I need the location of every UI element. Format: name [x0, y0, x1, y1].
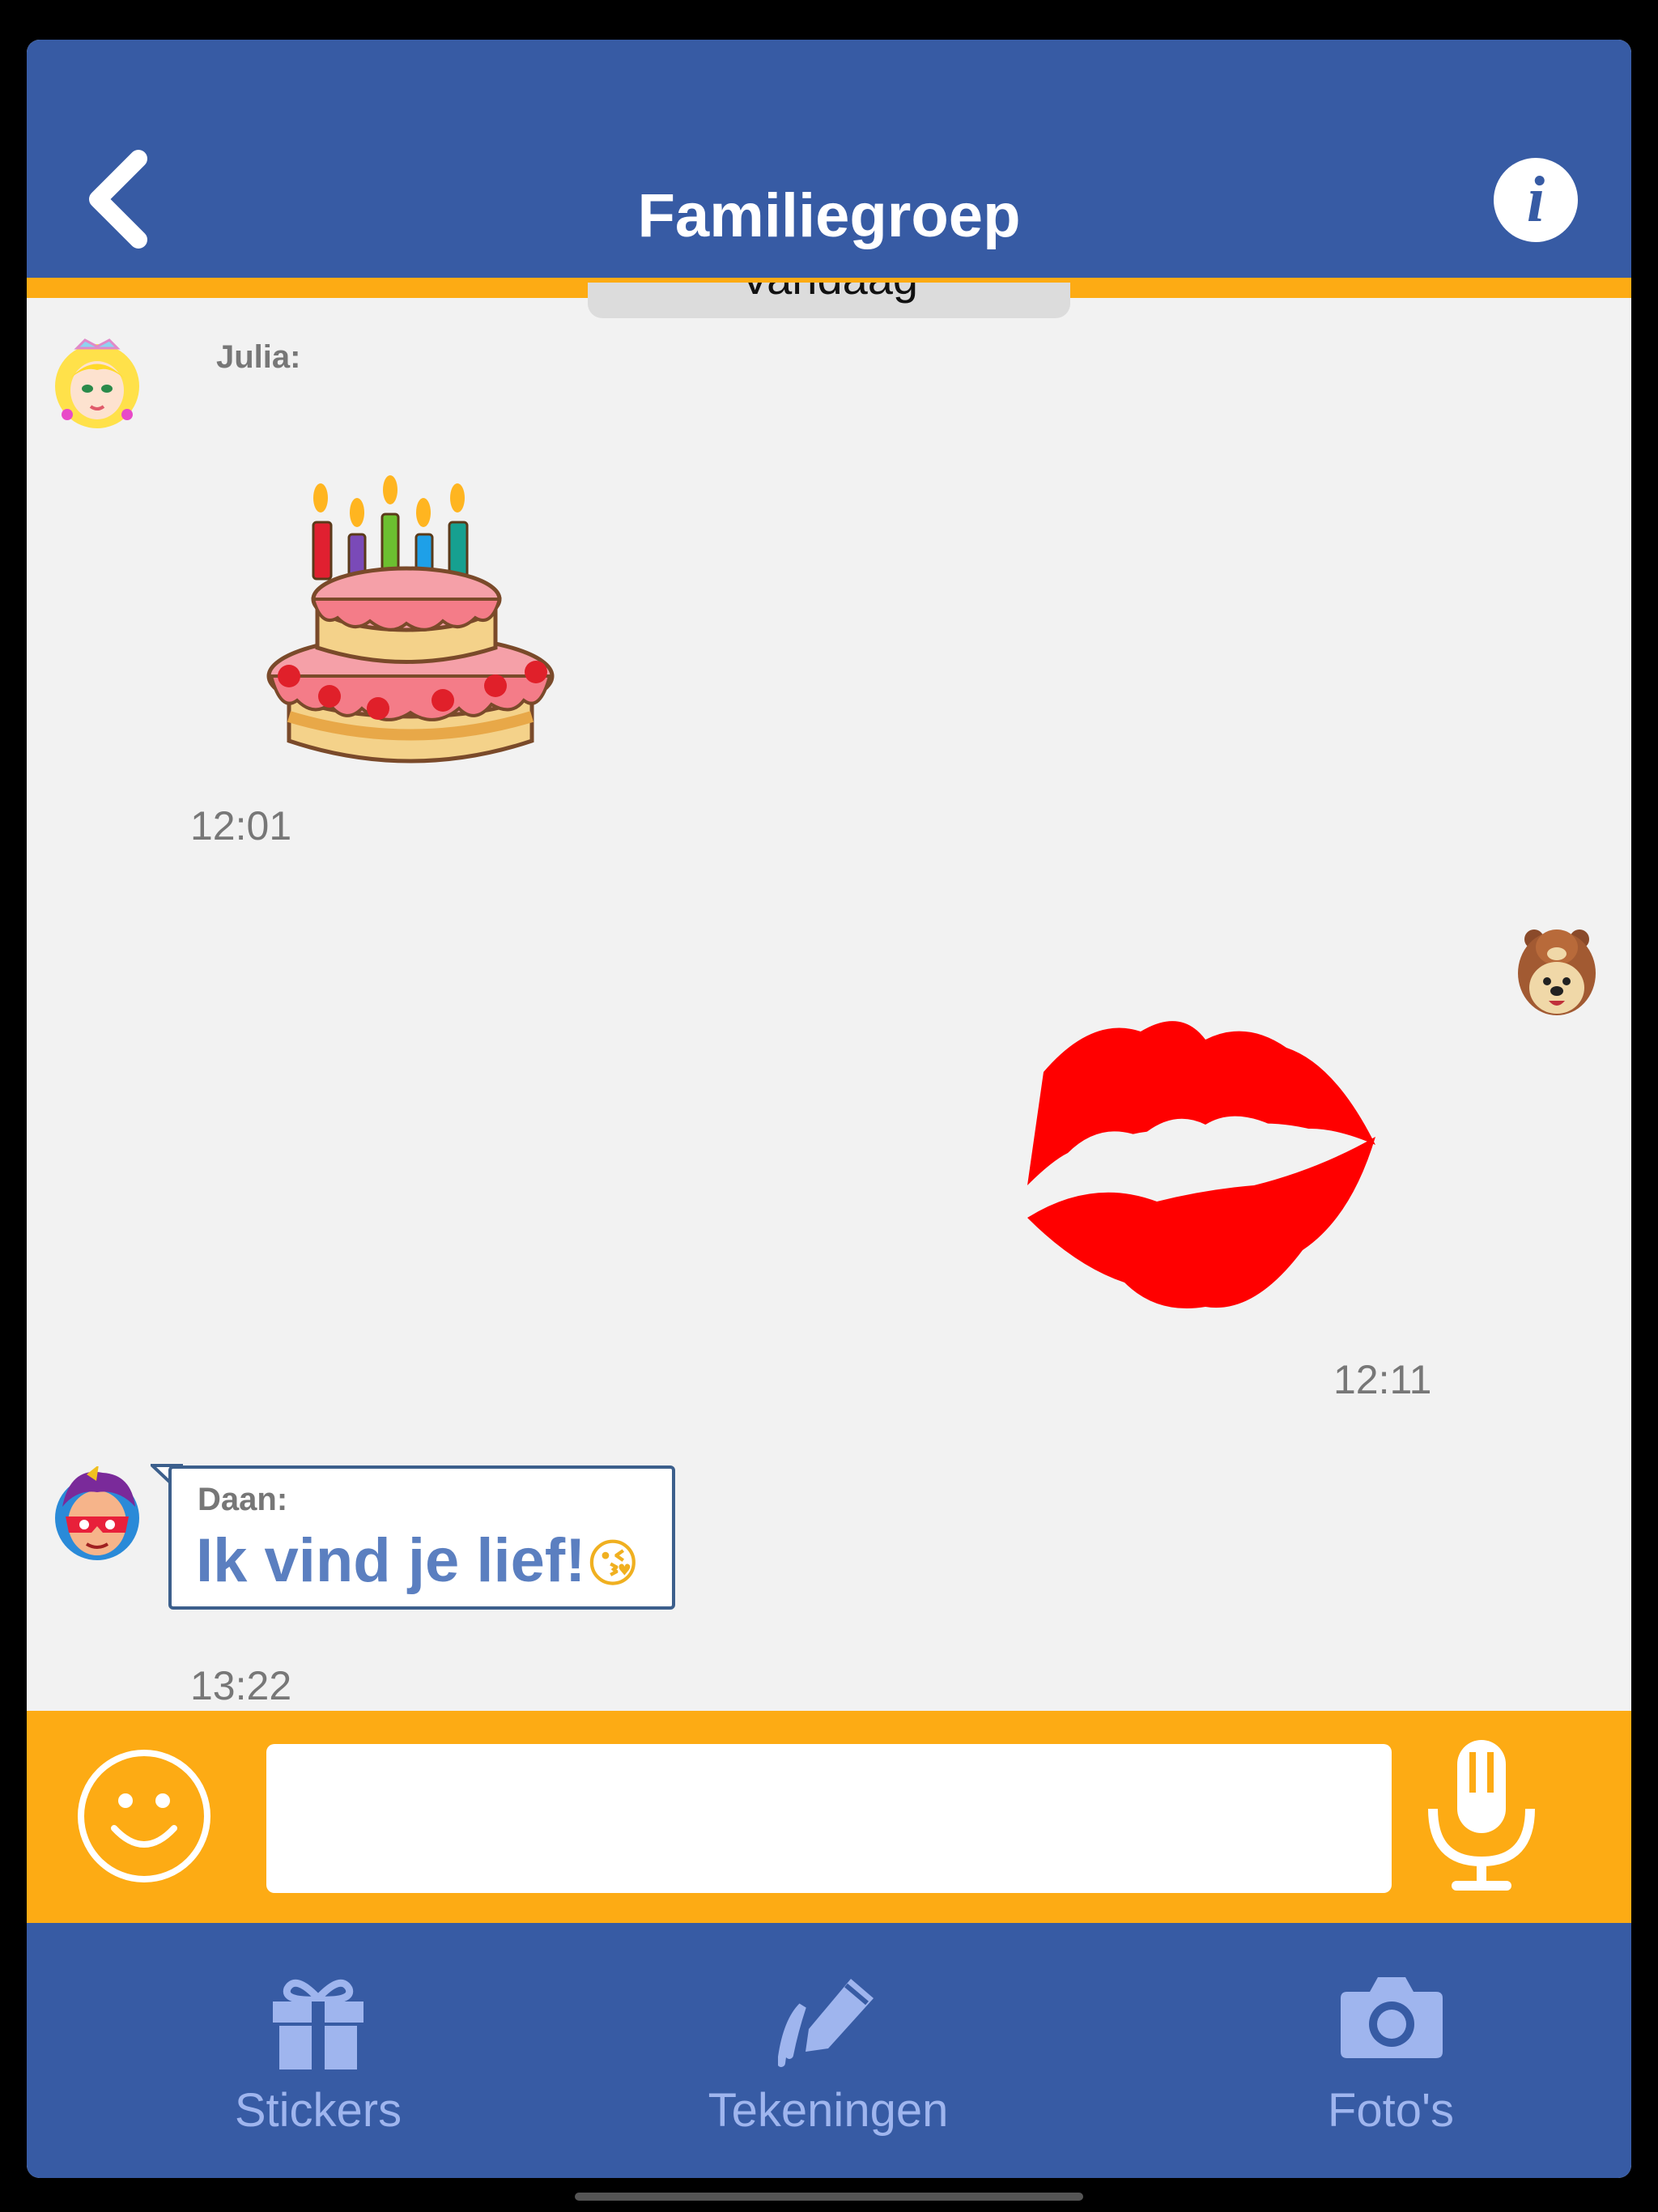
princess-avatar[interactable] [53, 334, 142, 431]
message-input[interactable] [266, 1744, 1392, 1893]
tab-drawings[interactable]: Tekeningen [674, 1923, 982, 2178]
tab-photos[interactable]: Foto's [1237, 1923, 1545, 2178]
gift-icon [273, 1979, 363, 2069]
header-bar: Familiegroep i [27, 40, 1631, 278]
tab-label: Tekeningen [708, 2084, 949, 2137]
tab-label: Stickers [234, 2084, 402, 2137]
info-icon: i [1526, 164, 1545, 236]
camera-icon [1341, 1977, 1443, 2058]
sender-name: Daan: [198, 1482, 288, 1517]
date-separator-label: Vandaag [588, 283, 1070, 307]
home-indicator[interactable] [575, 2193, 1083, 2201]
microphone-button[interactable] [1421, 1740, 1542, 1894]
info-button[interactable]: i [1494, 158, 1578, 242]
message-bubble[interactable]: Daan: Ik vind je lief!😘 [168, 1465, 675, 1610]
microphone-icon [1428, 1740, 1535, 1891]
message-text-body: Ik vind je lief! [196, 1526, 586, 1595]
tab-label: Foto's [1327, 2084, 1455, 2137]
pencil-icon [778, 1979, 874, 2067]
bottom-tab-bar: Stickers Tekeningen Foto's [27, 1923, 1631, 2178]
date-separator: Vandaag [588, 283, 1070, 318]
superhero-avatar[interactable] [54, 1466, 140, 1562]
sender-name: Julia: [216, 339, 301, 375]
message-time: 13:22 [190, 1663, 292, 1708]
message-text: Ik vind je lief!😘 [196, 1525, 640, 1596]
message-time: 12:01 [190, 803, 292, 849]
emoji-button[interactable] [75, 1747, 213, 1885]
tab-stickers[interactable]: Stickers [164, 1923, 472, 2178]
smiley-icon [78, 1750, 210, 1882]
bear-avatar[interactable] [1516, 917, 1597, 1017]
chat-screen: Familiegroep i Vandaag Julia: [27, 40, 1631, 2178]
birthday-cake-sticker[interactable] [257, 433, 556, 798]
message-time: 12:11 [1333, 1357, 1432, 1402]
kissing-face-emoji: 😘 [585, 1534, 640, 1594]
red-lips-kiss-sticker[interactable] [995, 959, 1384, 1323]
page-title: Familiegroep [637, 181, 1021, 250]
